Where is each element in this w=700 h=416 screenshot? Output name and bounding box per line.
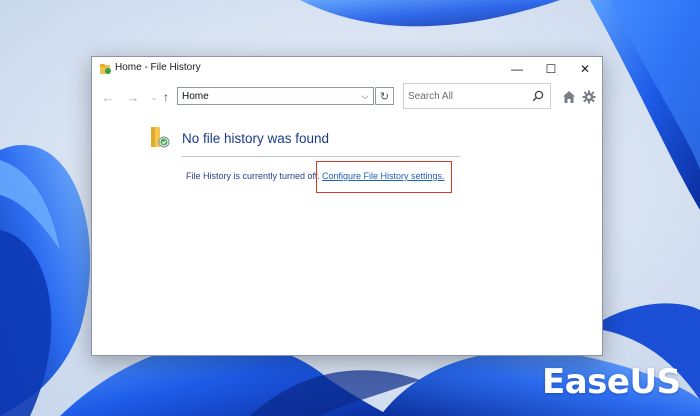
refresh-button[interactable]: ↻ (375, 87, 394, 105)
search-box[interactable] (403, 83, 551, 109)
close-button[interactable]: ✕ (568, 57, 602, 81)
easeus-logo: EaseUS (542, 360, 692, 404)
highlight-annotation (316, 161, 452, 193)
file-history-icon (100, 64, 111, 74)
up-button[interactable]: ↑ (158, 89, 174, 105)
home-icon[interactable] (562, 90, 576, 104)
page-heading: No file history was found (182, 131, 330, 146)
search-input[interactable] (408, 91, 526, 102)
gear-icon[interactable] (582, 90, 596, 104)
chevron-down-icon[interactable]: ⌵ (359, 89, 371, 104)
file-history-window: Home - File History — ☐ ✕ ← → ⌄ ↑ Home ⌵… (91, 56, 603, 356)
maximize-button[interactable]: ☐ (534, 57, 568, 81)
window-title: Home - File History (115, 62, 201, 73)
address-bar[interactable]: Home ⌵ (177, 87, 374, 105)
status-text: File History is currently turned off. (186, 171, 320, 181)
back-button[interactable]: ← (100, 89, 116, 105)
forward-button[interactable]: → (125, 89, 141, 105)
navigation-toolbar: ← → ⌄ ↑ Home ⌵ ↻ (92, 83, 602, 111)
file-history-icon (151, 127, 170, 148)
logo-text: EaseUS (542, 362, 681, 402)
minimize-button[interactable]: — (500, 57, 534, 81)
address-text: Home (182, 91, 209, 102)
title-bar[interactable]: Home - File History — ☐ ✕ (92, 57, 602, 81)
search-icon[interactable] (532, 90, 544, 102)
divider (182, 156, 460, 157)
recent-locations-button[interactable]: ⌄ (150, 89, 158, 105)
